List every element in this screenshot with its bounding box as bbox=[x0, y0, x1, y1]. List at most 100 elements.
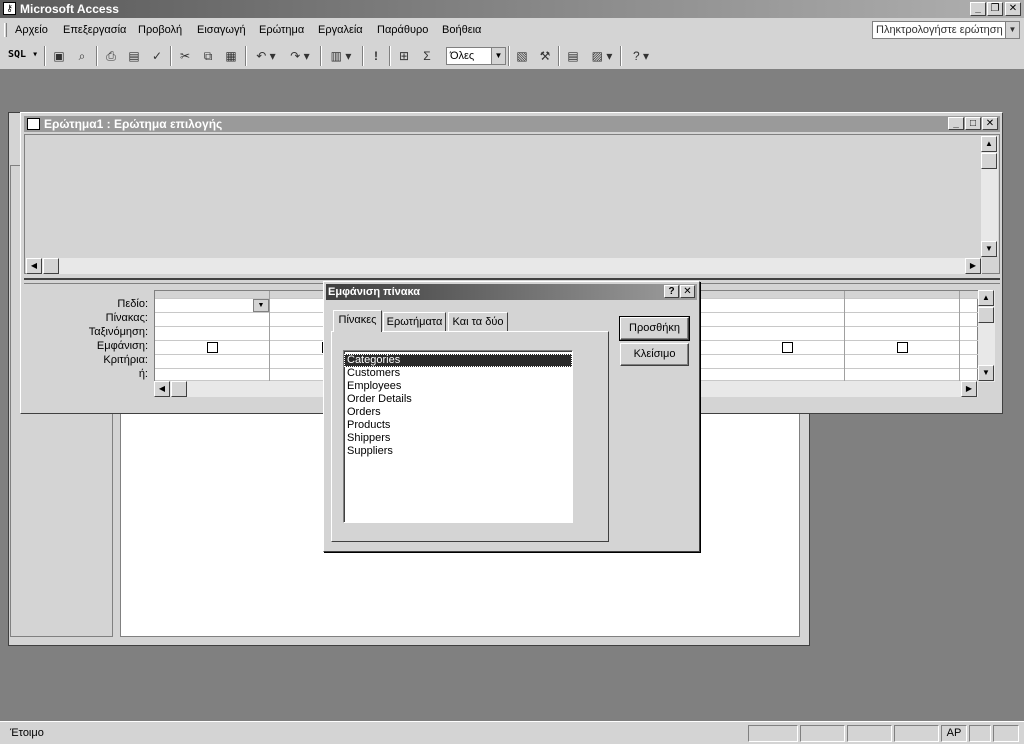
scroll-up-icon[interactable]: ▲ bbox=[978, 290, 994, 306]
toolbar-separator bbox=[362, 46, 364, 66]
toolbar-separator bbox=[620, 46, 622, 66]
toolbar: SQL ▾ ▣ ⌕ ⎙ ▤ ✓ ✂ ⧉ ▦ ↶ ▾ ↷ ▾ ▥ ▾ ! ⊞ Σ … bbox=[0, 42, 1024, 70]
toolbar-separator bbox=[508, 46, 510, 66]
menu-help[interactable]: Βοήθεια bbox=[442, 24, 481, 36]
new-object-icon[interactable]: ▨ ▾ bbox=[588, 47, 616, 65]
close-dialog-button[interactable]: Κλείσιμο bbox=[620, 343, 689, 366]
show-checkbox[interactable] bbox=[207, 342, 218, 353]
status-panel bbox=[847, 725, 892, 742]
close-button[interactable]: ✕ bbox=[1005, 2, 1021, 16]
top-values-value: Όλες bbox=[450, 50, 475, 62]
grid-column[interactable] bbox=[730, 291, 845, 381]
scroll-thumb[interactable] bbox=[43, 258, 59, 274]
query-maximize-button[interactable]: □ bbox=[965, 117, 981, 130]
chevron-down-icon[interactable]: ▼ bbox=[491, 48, 505, 64]
undo-icon[interactable]: ↶ ▾ bbox=[252, 47, 280, 65]
row-label-or: ή: bbox=[138, 368, 148, 380]
restore-button[interactable]: ❐ bbox=[987, 2, 1003, 16]
tab-both[interactable]: Και τα δύο bbox=[448, 312, 508, 332]
table-pane[interactable] bbox=[24, 134, 1000, 274]
dialog-close-button[interactable]: ✕ bbox=[680, 285, 695, 298]
database-window-icon[interactable]: ▤ bbox=[564, 47, 582, 65]
menu-query[interactable]: Ερώτημα bbox=[259, 24, 304, 36]
menu-tools[interactable]: Εργαλεία bbox=[318, 24, 363, 36]
table-pane-vertical-scrollbar[interactable]: ▲ ▼ bbox=[981, 136, 998, 257]
menu-insert[interactable]: Εισαγωγή bbox=[197, 24, 246, 36]
properties-icon[interactable]: ▧ bbox=[513, 47, 531, 65]
toolbar-separator bbox=[320, 46, 322, 66]
print-preview-icon[interactable]: ▤ bbox=[125, 47, 143, 65]
build-icon[interactable]: ⚒ bbox=[536, 47, 554, 65]
add-button[interactable]: Προσθήκη bbox=[619, 316, 690, 341]
search-icon[interactable]: ⌕ bbox=[73, 47, 91, 65]
toolbar-separator bbox=[245, 46, 247, 66]
query-type-icon[interactable]: ▥ ▾ bbox=[326, 47, 356, 65]
minimize-button[interactable]: _ bbox=[970, 2, 986, 16]
list-item[interactable]: Employees bbox=[344, 380, 572, 393]
scroll-left-icon[interactable]: ◀ bbox=[26, 258, 42, 274]
paste-icon[interactable]: ▦ bbox=[222, 47, 240, 65]
list-item[interactable]: Suppliers bbox=[344, 445, 572, 458]
totals-icon[interactable]: Σ bbox=[418, 47, 436, 65]
dialog-help-button[interactable]: ? bbox=[664, 285, 679, 298]
app-titlebar: ⚷ Microsoft Access _ ❐ ✕ bbox=[0, 0, 1024, 18]
grid-column[interactable] bbox=[845, 291, 960, 381]
status-mode: ΑΡ bbox=[941, 725, 967, 742]
menu-view[interactable]: Προβολή bbox=[138, 24, 182, 36]
access-key-icon: ⚷ bbox=[3, 2, 16, 15]
save-icon[interactable]: ▣ bbox=[50, 47, 68, 65]
table-pane-horizontal-scrollbar[interactable]: ◀ ▶ bbox=[26, 258, 982, 274]
scroll-right-icon[interactable]: ▶ bbox=[961, 381, 977, 397]
tab-tables[interactable]: Πίνακες bbox=[333, 310, 382, 332]
menu-bar: Αρχείο Επεξεργασία Προβολή Εισαγωγή Ερώτ… bbox=[0, 18, 1024, 42]
toolbar-separator bbox=[389, 46, 391, 66]
run-icon[interactable]: ! bbox=[367, 47, 385, 65]
list-item[interactable]: Customers bbox=[344, 367, 572, 380]
query-close-button[interactable]: ✕ bbox=[982, 117, 998, 130]
app-title: Microsoft Access bbox=[20, 2, 119, 16]
grid-vertical-scrollbar[interactable]: ▲ ▼ bbox=[978, 290, 995, 382]
row-label-criteria: Κριτήρια: bbox=[103, 354, 148, 366]
toolbar-separator bbox=[170, 46, 172, 66]
scroll-down-icon[interactable]: ▼ bbox=[981, 241, 997, 257]
list-item[interactable]: Products bbox=[344, 419, 572, 432]
chevron-down-icon[interactable]: ▼ bbox=[253, 299, 269, 312]
scroll-thumb[interactable] bbox=[978, 307, 994, 323]
help-icon[interactable]: ? ▾ bbox=[626, 47, 656, 65]
status-panel bbox=[800, 725, 845, 742]
show-checkbox[interactable] bbox=[897, 342, 908, 353]
scroll-left-icon[interactable]: ◀ bbox=[154, 381, 170, 397]
scroll-up-icon[interactable]: ▲ bbox=[981, 136, 997, 152]
query-minimize-button[interactable]: _ bbox=[948, 117, 964, 130]
list-item[interactable]: Orders bbox=[344, 406, 572, 419]
status-bar: Έτοιμο ΑΡ bbox=[0, 721, 1024, 744]
cut-icon[interactable]: ✂ bbox=[176, 47, 194, 65]
toolbar-separator bbox=[558, 46, 560, 66]
show-checkbox[interactable] bbox=[782, 342, 793, 353]
status-panel bbox=[969, 725, 991, 742]
menu-file[interactable]: Αρχείο bbox=[15, 24, 48, 36]
print-icon[interactable]: ⎙ bbox=[102, 47, 120, 65]
chevron-down-icon[interactable]: ▼ bbox=[1005, 22, 1019, 38]
scroll-thumb[interactable] bbox=[981, 153, 997, 169]
menu-edit[interactable]: Επεξεργασία bbox=[63, 24, 126, 36]
list-item[interactable]: Shippers bbox=[344, 432, 572, 445]
top-values-select[interactable]: Όλες ▼ bbox=[446, 47, 506, 65]
row-label-sort: Ταξινόμηση: bbox=[88, 326, 148, 338]
redo-icon[interactable]: ↷ ▾ bbox=[286, 47, 314, 65]
table-list[interactable]: Categories Customers Employees Order Det… bbox=[343, 350, 573, 523]
show-table-icon[interactable]: ⊞ bbox=[395, 47, 413, 65]
menu-window[interactable]: Παράθυρο bbox=[377, 24, 428, 36]
view-sql-button[interactable]: SQL ▾ bbox=[8, 49, 38, 60]
list-item[interactable]: Order Details bbox=[344, 393, 572, 406]
tab-queries[interactable]: Ερωτήματα bbox=[383, 312, 446, 332]
copy-icon[interactable]: ⧉ bbox=[199, 47, 217, 65]
row-label-table: Πίνακας: bbox=[105, 312, 148, 324]
ask-question-input[interactable]: Πληκτρολογήστε ερώτηση ▼ bbox=[872, 21, 1020, 39]
scroll-thumb[interactable] bbox=[171, 381, 187, 397]
list-item-selected[interactable]: Categories bbox=[344, 354, 572, 367]
query-window-title: Ερώτημα1 : Ερώτημα επιλογής bbox=[44, 117, 223, 131]
spelling-icon[interactable]: ✓ bbox=[148, 47, 166, 65]
scroll-down-icon[interactable]: ▼ bbox=[978, 365, 994, 381]
scroll-right-icon[interactable]: ▶ bbox=[965, 258, 981, 274]
